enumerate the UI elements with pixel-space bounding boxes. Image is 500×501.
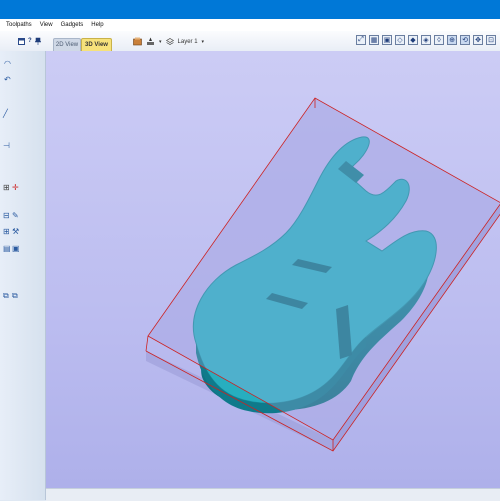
- rotate-view-icon[interactable]: ⟲: [460, 35, 470, 45]
- status-bar: [46, 488, 500, 501]
- brush-icon[interactable]: ✎: [12, 211, 19, 220]
- 3d-viewport[interactable]: [46, 51, 500, 488]
- pan-view-icon[interactable]: ✥: [473, 35, 483, 45]
- layer-selector[interactable]: Layer 1: [178, 39, 198, 45]
- origin-icon[interactable]: ✛: [12, 183, 19, 192]
- line-tool-icon[interactable]: ╱: [3, 109, 8, 118]
- box-view-icon[interactable]: ▣: [382, 35, 392, 45]
- menu-toolpaths[interactable]: Toolpaths: [0, 19, 36, 31]
- menu-help[interactable]: Help: [87, 19, 107, 31]
- preview-icon[interactable]: ▣: [12, 244, 20, 253]
- window-title-bar: [0, 0, 500, 19]
- menu-view[interactable]: View: [36, 19, 57, 31]
- tab-3d-view[interactable]: 3D View: [81, 38, 112, 51]
- tool-icon[interactable]: ⚒: [12, 227, 19, 236]
- view-tools-group: ▾ Layer 1 ▾: [133, 37, 204, 46]
- zoom-icon[interactable]: ⊕: [447, 35, 457, 45]
- chevron-down-icon[interactable]: ▾: [159, 39, 162, 45]
- duplicate-icon[interactable]: ⧉: [12, 291, 18, 301]
- view-orientation-toolbar: ⤢ ▦ ▣ ◇ ◆ ◈ ◊ ⊕ ⟲ ✥ ⊡: [356, 35, 496, 45]
- top-view-icon[interactable]: ◆: [408, 35, 418, 45]
- help-button[interactable]: ?: [28, 38, 32, 44]
- array-copy-icon[interactable]: ⧉: [3, 291, 9, 301]
- transform-icon[interactable]: ⊞: [3, 183, 10, 192]
- material-setup-icon[interactable]: ⊞: [3, 227, 10, 236]
- layer-panel-icon[interactable]: ▤: [3, 244, 11, 253]
- fit-view-icon[interactable]: ⊡: [486, 35, 496, 45]
- side-view-icon[interactable]: ◊: [434, 35, 444, 45]
- layer-icon: [165, 37, 174, 45]
- menu-bar: Toolpaths View Gadgets Help: [0, 19, 500, 31]
- 3d-scene: [145, 97, 500, 452]
- node-edit-icon[interactable]: ⊣: [3, 141, 10, 150]
- shading-icon[interactable]: [133, 37, 142, 46]
- view-toolbar: ? 2D View 3D View ▾ Layer 1 ▾ ⤢ ▦ ▣ ◇ ◆ …: [0, 31, 500, 52]
- material-icon[interactable]: [146, 37, 155, 46]
- pin-icon[interactable]: [34, 37, 41, 45]
- tab-2d-view[interactable]: 2D View: [53, 38, 81, 51]
- stock-top-face: [148, 98, 500, 440]
- iso-view-icon[interactable]: ◇: [395, 35, 405, 45]
- curve-icon[interactable]: ↶: [4, 75, 11, 84]
- draw-arc-icon[interactable]: ◠: [4, 59, 11, 68]
- front-view-icon[interactable]: ◈: [421, 35, 431, 45]
- sculpt-icon[interactable]: ⊟: [3, 211, 10, 220]
- grid-view-icon[interactable]: ▦: [369, 35, 379, 45]
- left-tool-panel: ◠ ↶ ╱ ⊣ ⊞ ✛ ⊟ ✎ ⊞ ⚒ ▤ ▣ ⧉ ⧉: [0, 51, 46, 500]
- menu-gadgets[interactable]: Gadgets: [57, 19, 88, 31]
- window-icon[interactable]: [18, 37, 25, 45]
- toolbar-left-group: ?: [18, 37, 41, 45]
- layer-dropdown-icon[interactable]: ▾: [202, 39, 205, 45]
- zoom-extents-icon[interactable]: ⤢: [356, 35, 366, 45]
